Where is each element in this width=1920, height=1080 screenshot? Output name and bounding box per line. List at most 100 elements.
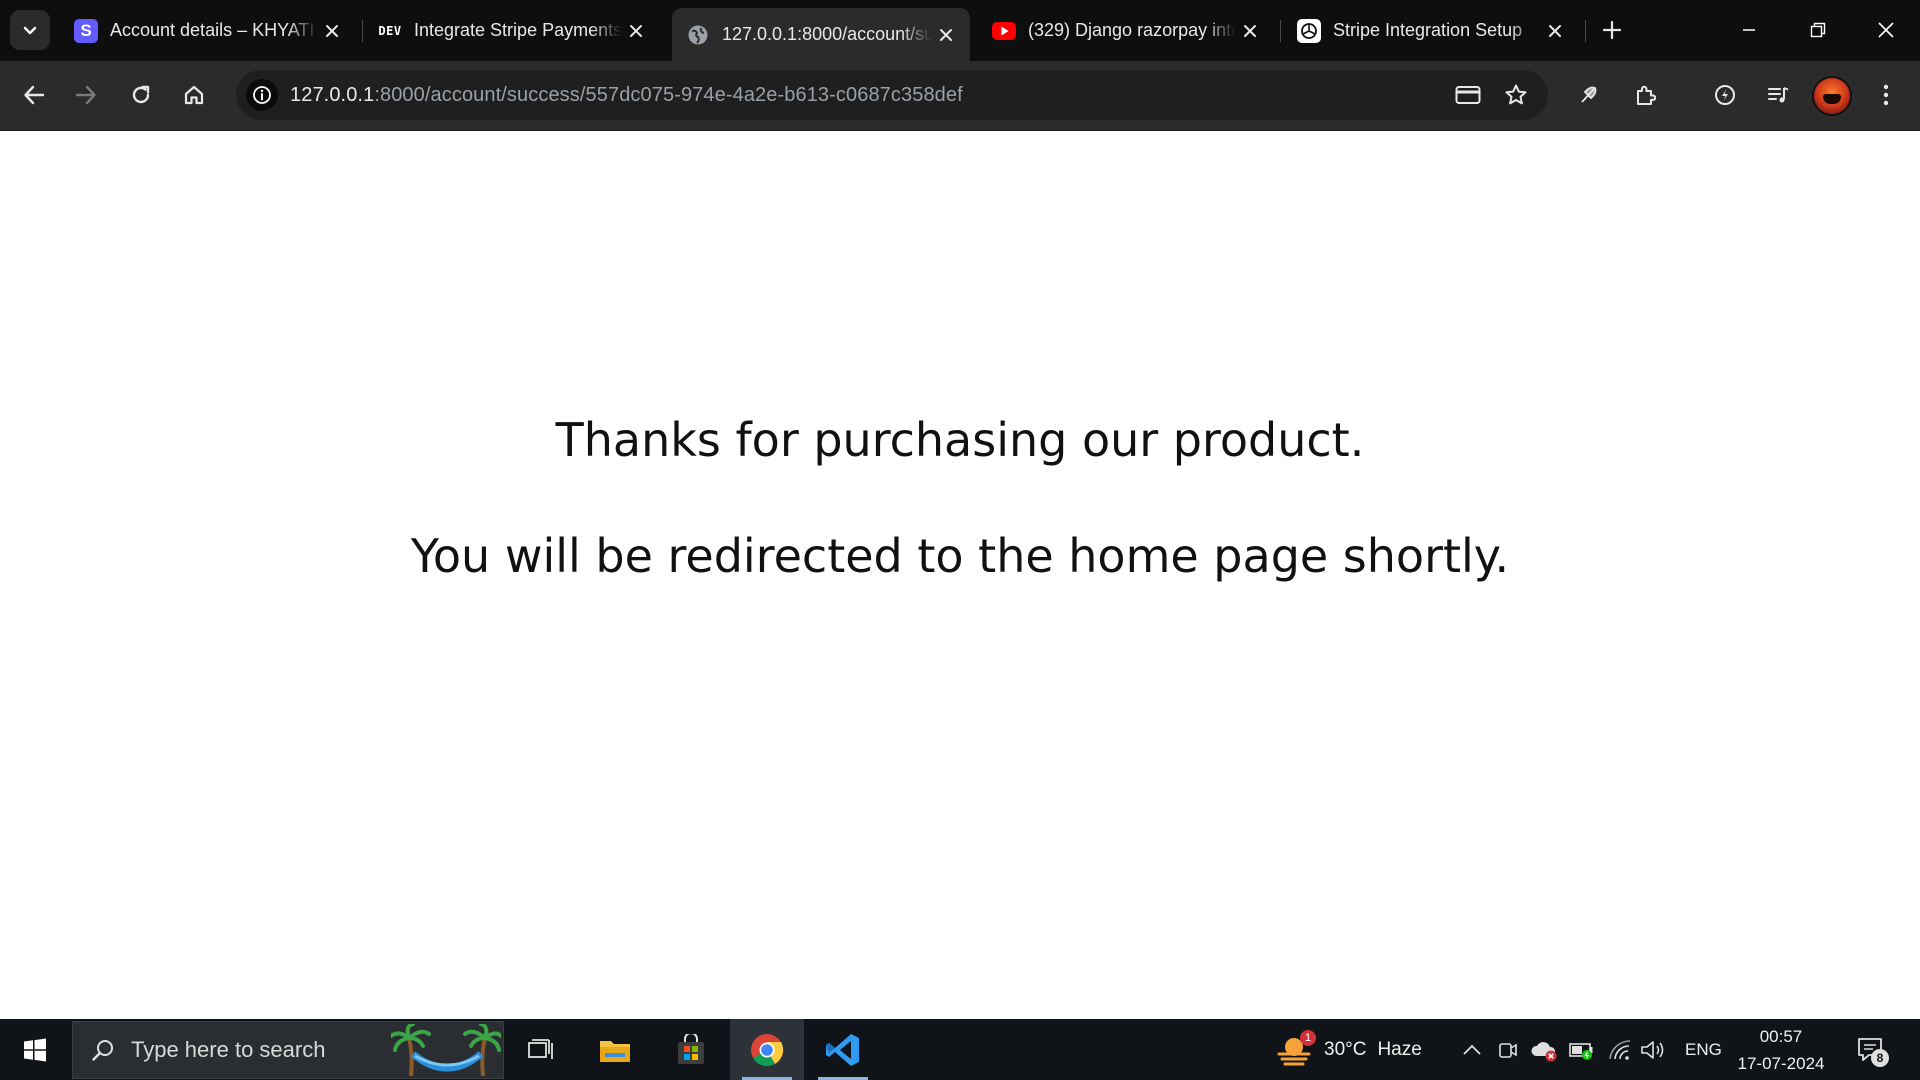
- weather-widget[interactable]: 1 30°C Haze: [1276, 1019, 1422, 1080]
- profile-avatar[interactable]: [1812, 76, 1852, 116]
- feather-icon: [1581, 86, 1597, 103]
- input-language-indicator[interactable]: ENG: [1685, 1019, 1722, 1080]
- tab-separator: [362, 20, 363, 42]
- action-center-button[interactable]: 8: [1856, 1019, 1889, 1080]
- dev-icon: DEV: [378, 23, 402, 38]
- haze-icon: 1: [1276, 1029, 1316, 1068]
- clock-time: 00:57: [1759, 1027, 1803, 1046]
- minimize-button[interactable]: [1714, 0, 1783, 60]
- extension-feather-button[interactable]: [1568, 75, 1608, 115]
- vscode-taskbar-button[interactable]: [806, 1019, 880, 1080]
- close-icon[interactable]: [622, 17, 650, 45]
- windows-taskbar: Type here to search 1 30°C Haze ENG 00:5…: [0, 1019, 1920, 1080]
- back-button[interactable]: [14, 75, 54, 115]
- speedometer-icon: [1715, 85, 1735, 105]
- notification-icon: 8: [1856, 1035, 1889, 1067]
- language-text: ENG: [1685, 1039, 1722, 1059]
- tab-integrate-stripe[interactable]: DEV Integrate Stripe Payments: [364, 9, 660, 52]
- close-icon[interactable]: [318, 17, 346, 45]
- home-button[interactable]: [174, 75, 214, 115]
- reload-icon: [132, 85, 150, 104]
- chrome-icon: [751, 1033, 784, 1066]
- tab-account-details[interactable]: S Account details – KHYATI: [60, 9, 356, 52]
- forward-button[interactable]: [66, 75, 106, 115]
- star-icon[interactable]: [1500, 79, 1532, 111]
- search-placeholder: Type here to search: [131, 1037, 326, 1062]
- stripe-icon: S: [74, 18, 98, 43]
- puzzle-icon: [1637, 85, 1657, 105]
- show-hidden-icons-button[interactable]: [1462, 1019, 1482, 1080]
- tab-stripe-integration-setup[interactable]: Stripe Integration Setup: [1283, 9, 1579, 52]
- menu-button[interactable]: [1866, 75, 1906, 115]
- tab-title: Integrate Stripe Payments: [414, 20, 622, 40]
- vscode-icon: [826, 1033, 859, 1066]
- chevron-down-icon: [23, 26, 37, 35]
- wifi-tray-icon[interactable]: [1608, 1019, 1632, 1080]
- onedrive-tray-icon[interactable]: [1530, 1019, 1558, 1080]
- task-view-icon: [528, 1038, 553, 1059]
- tab-separator: [1280, 20, 1281, 42]
- info-icon[interactable]: [246, 79, 278, 111]
- tab-localhost-success[interactable]: 127.0.0.1:8000/account/success: [672, 8, 970, 61]
- taskbar-search-box[interactable]: Type here to search: [72, 1021, 504, 1079]
- restore-button[interactable]: [1783, 0, 1852, 60]
- cloud-error-icon: [1531, 1041, 1557, 1061]
- meet-now-tray-icon[interactable]: [1498, 1019, 1518, 1080]
- weather-condition: Haze: [1377, 1038, 1422, 1060]
- url-text: 127.0.0.1:8000/account/success/557dc075-…: [290, 84, 963, 107]
- reload-button[interactable]: [121, 75, 161, 115]
- palm-hammock-icon: [391, 1024, 501, 1077]
- globe-icon: [686, 23, 710, 47]
- playlist-music-icon: [1768, 87, 1789, 103]
- plus-icon: [1603, 21, 1621, 39]
- minimize-icon: [1742, 29, 1755, 31]
- address-bar[interactable]: 127.0.0.1:8000/account/success/557dc075-…: [236, 70, 1548, 120]
- arrow-right-icon: [75, 85, 96, 105]
- new-tab-button[interactable]: [1595, 13, 1629, 47]
- chevron-up-icon: [1463, 1044, 1481, 1055]
- tab-title: (329) Django razorpay integration: [1028, 20, 1236, 40]
- battery-charging-icon: [1569, 1042, 1593, 1060]
- restore-icon: [1810, 22, 1825, 38]
- card-icon[interactable]: [1452, 79, 1484, 111]
- redirect-message: You will be redirected to the home page …: [410, 529, 1510, 583]
- url-host: 127.0.0.1: [290, 83, 375, 106]
- chatgpt-icon: [1297, 18, 1321, 43]
- folder-icon: [600, 1040, 630, 1062]
- weather-temperature: 30°C: [1324, 1038, 1367, 1060]
- taskbar-clock[interactable]: 00:57 17-07-2024: [1726, 1023, 1836, 1077]
- microsoft-store-button[interactable]: [654, 1019, 728, 1080]
- weather-alert-badge: 1: [1300, 1029, 1316, 1046]
- tab-django-razorpay[interactable]: (329) Django razorpay integration: [978, 9, 1274, 52]
- tab-strip: S Account details – KHYATI DEV Integrate…: [0, 0, 1920, 61]
- browser-toolbar: 127.0.0.1:8000/account/success/557dc075-…: [0, 61, 1920, 131]
- notification-count-badge: 8: [1871, 1048, 1889, 1067]
- close-icon[interactable]: [932, 21, 960, 49]
- close-icon[interactable]: [1236, 17, 1264, 45]
- tab-separator: [1585, 20, 1586, 42]
- wifi-icon: [1609, 1039, 1631, 1060]
- extensions-button[interactable]: [1626, 75, 1666, 115]
- performance-button[interactable]: [1705, 75, 1745, 115]
- camera-icon: [1499, 1042, 1517, 1058]
- volume-tray-icon[interactable]: [1640, 1019, 1666, 1080]
- close-icon[interactable]: [1541, 17, 1569, 45]
- file-explorer-button[interactable]: [578, 1019, 652, 1080]
- chrome-taskbar-button[interactable]: [730, 1019, 804, 1080]
- store-icon: [678, 1033, 704, 1064]
- page-content: Thanks for purchasing our product. You w…: [0, 131, 1920, 1019]
- tab-title: Account details – KHYATI: [110, 20, 315, 40]
- battery-tray-icon[interactable]: [1568, 1019, 1596, 1080]
- close-window-button[interactable]: [1851, 0, 1920, 60]
- tab-title: Stripe Integration Setup: [1333, 20, 1523, 40]
- close-icon: [1877, 22, 1894, 38]
- youtube-icon: [992, 19, 1016, 43]
- url-path: :8000/account/success/557dc075-974e-4a2e…: [374, 83, 963, 106]
- task-view-button[interactable]: [504, 1019, 578, 1080]
- media-controls-button[interactable]: [1758, 75, 1798, 115]
- start-button[interactable]: [0, 1019, 70, 1080]
- clock-date: 17-07-2024: [1737, 1054, 1825, 1073]
- tab-search-button[interactable]: [10, 10, 50, 50]
- tab-title: 127.0.0.1:8000/account/success: [722, 24, 932, 44]
- home-icon: [184, 85, 204, 105]
